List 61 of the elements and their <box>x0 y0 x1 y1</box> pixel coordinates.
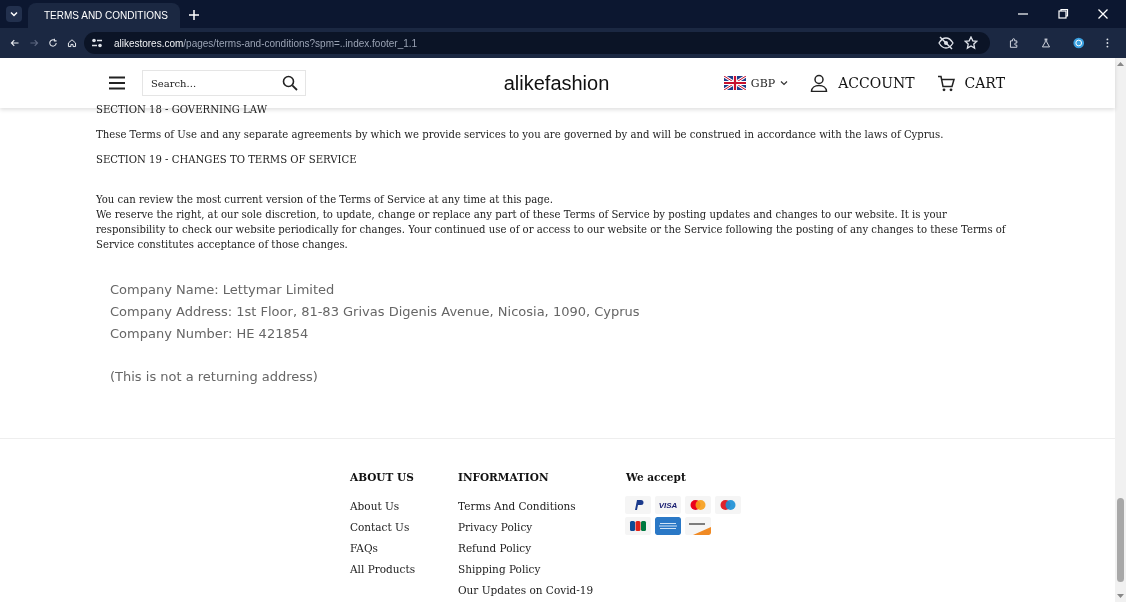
reload-icon[interactable] <box>47 36 58 50</box>
footer-heading: ABOUT US <box>350 471 415 483</box>
scroll-down-icon[interactable] <box>1117 594 1124 599</box>
address-bar[interactable]: alikestores.com/pages/terms-and-conditions?spm=..index.footer_1.1 <box>83 32 990 54</box>
company-info-line: Company Name: Lettymar Limited <box>110 281 336 299</box>
footer-link[interactable]: All Products <box>350 559 458 580</box>
section-heading: SECTION 19 - CHANGES TO TERMS OF SERVICE <box>96 153 358 167</box>
section-heading: SECTION 18 - GOVERNING LAW <box>96 103 268 117</box>
company-info-line: Company Number: HE 421854 <box>110 325 310 343</box>
currency-selector[interactable]: GBP <box>723 76 789 90</box>
footer-link[interactable]: Refund Policy <box>458 538 626 559</box>
scrollbar-thumb[interactable] <box>1117 498 1124 582</box>
tab-search-button[interactable] <box>6 6 22 22</box>
star-icon[interactable] <box>963 36 978 50</box>
payment-card-icon <box>685 517 711 535</box>
payment-card-icon <box>625 496 651 514</box>
footer-heading: We accept <box>626 471 687 483</box>
payment-card-icon: VISA <box>655 496 681 514</box>
profile-avatar-icon[interactable] <box>1072 35 1085 51</box>
more-menu-icon[interactable] <box>1106 36 1110 50</box>
caret-icon <box>780 80 789 86</box>
footer-link[interactable]: Terms And Conditions <box>458 496 626 517</box>
footer-link[interactable]: About Us <box>350 496 458 517</box>
site-logo[interactable]: alikefashion <box>503 71 610 95</box>
flask-icon[interactable] <box>1040 36 1051 50</box>
url-text: alikestores.com/pages/terms-and-conditions?spm=..index.footer_1.1 <box>113 37 418 49</box>
cart-link[interactable]: CART <box>936 74 1005 92</box>
close-icon[interactable] <box>1097 8 1109 20</box>
new-tab-icon[interactable] <box>188 9 200 21</box>
footer-link[interactable]: FAQs <box>350 538 458 559</box>
paragraph: You can review the most current version of the Terms of Service at any time at this page. <box>96 193 554 207</box>
account-link[interactable]: ACCOUNT <box>810 74 915 92</box>
home-icon[interactable] <box>66 36 77 50</box>
eye-slash-icon[interactable] <box>937 36 954 50</box>
restore-icon[interactable] <box>1057 8 1069 20</box>
payment-card-icon <box>685 496 711 514</box>
scrollbar[interactable] <box>1115 58 1126 602</box>
chevron-down-icon <box>9 9 19 19</box>
payment-card-icon <box>715 496 741 514</box>
footer-heading: INFORMATION <box>458 471 550 483</box>
paragraph: We reserve the right, at our sole discretion, to update, change or replace any part of these Terms of Service by posting updates and changes to our website. It is your responsibility to check our website periodically for changes. Your continued use of or access to our website or the Service following the posting of any changes to these Terms of Service constitutes acceptance of those changes. <box>96 208 1007 252</box>
cart-icon <box>936 74 955 92</box>
payment-card-icon <box>625 517 651 535</box>
search-icon[interactable] <box>282 75 298 91</box>
user-icon <box>810 74 829 92</box>
footer-link[interactable]: Contact Us <box>350 517 458 538</box>
scroll-up-icon[interactable] <box>1117 61 1124 66</box>
search-field[interactable]: Search... <box>142 70 306 96</box>
footer-link[interactable]: Shipping Policy <box>458 559 626 580</box>
payment-card-icon <box>655 517 681 535</box>
site-settings-icon[interactable] <box>89 36 104 50</box>
flag-icon <box>723 76 746 90</box>
menu-icon[interactable] <box>108 76 126 90</box>
company-info-line: Company Address: 1st Floor, 81-83 Grivas Digenis Avenue, Nicosia, 1090, Cyprus <box>110 303 641 321</box>
browser-tab[interactable]: TERMS AND CONDITIONS <box>28 3 180 28</box>
footer-link[interactable]: Our Updates on Covid-19 <box>458 580 626 601</box>
address-note: (This is not a returning address) <box>110 368 319 386</box>
footer-link[interactable]: Privacy Policy <box>458 517 626 538</box>
tab-title: TERMS AND CONDITIONS <box>44 10 168 21</box>
extensions-icon[interactable] <box>1008 36 1019 50</box>
paragraph: These Terms of Use and any separate agreements by which we provide services to you are governed by and will be construed in accordance with the laws of Cyprus. <box>96 128 945 142</box>
